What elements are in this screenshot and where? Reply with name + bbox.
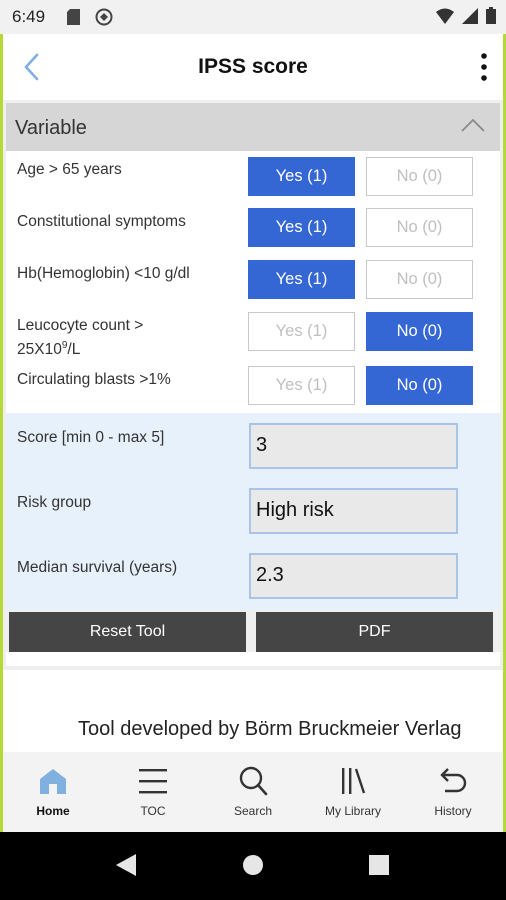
search-icon [239,766,268,796]
nav-search[interactable]: Search [203,752,303,832]
variable-label: Circulating blasts >1% [17,371,171,388]
system-home-icon[interactable] [242,854,264,876]
variable-label: Constitutional symptoms [17,213,186,230]
system-navigation-bar [0,832,506,900]
constitutional-yes-button[interactable]: Yes (1) [248,208,355,247]
panel-footer [6,652,500,666]
variable-row-blasts: Circulating blasts >1% Yes (1) No (0) [6,366,500,408]
leucocyte-yes-button[interactable]: Yes (1) [248,312,355,351]
history-icon [440,768,467,793]
nav-home[interactable]: Home [3,752,103,832]
variable-label: Hb(Hemoglobin) <10 g/dl [17,265,190,282]
hemoglobin-yes-button[interactable]: Yes (1) [248,260,355,299]
leucocyte-label-unit: /L [67,341,81,359]
median-survival-label: Median survival (years) [17,559,178,576]
system-back-icon[interactable] [114,852,138,878]
signal-icon [462,7,478,24]
score-field: 3 [249,423,458,469]
app-header: IPSS score [3,34,503,100]
age-no-button[interactable]: No (0) [366,157,473,196]
variable-list: Age > 65 years Yes (1) No (0) Constituti… [6,151,500,413]
menu-icon [139,769,167,794]
nav-history[interactable]: History [403,752,503,832]
library-icon [342,768,366,794]
more-options-icon[interactable] [479,52,489,82]
variable-label: Age > 65 years [17,161,122,178]
nav-history-label: History [434,804,472,818]
variable-row-constitutional: Constitutional symptoms Yes (1) No (0) [6,208,500,250]
blasts-no-button[interactable]: No (0) [366,366,473,405]
variable-row-age: Age > 65 years Yes (1) No (0) [6,156,500,198]
section-title: Variable [15,117,87,139]
variable-row-leucocyte: Leucocyte count > 25X109/L Yes (1) No (0… [6,312,500,360]
developer-credit: Tool developed by Börm Bruckmeier Verlag [78,718,462,740]
leucocyte-label-main: Leucocyte count > [17,317,144,334]
calculator-panel: Variable Age > 65 years Yes (1) No (0) C… [3,100,503,670]
bottom-navigation: Home TOC Search My Library History [3,752,503,832]
age-yes-button[interactable]: Yes (1) [248,157,355,196]
leucocyte-label-value: 25X10 [17,341,62,359]
nav-toc-label: TOC [140,804,166,818]
home-icon [40,769,66,794]
score-label: Score [min 0 - max 5] [17,429,165,446]
nav-my-library-label: My Library [324,804,381,818]
nav-toc[interactable]: TOC [103,752,203,832]
results-section: Score [min 0 - max 5] 3 Risk group High … [6,413,500,610]
risk-group-label: Risk group [17,494,92,511]
system-recents-icon[interactable] [369,855,389,875]
blasts-yes-button[interactable]: Yes (1) [248,366,355,405]
sd-card-icon [67,9,80,25]
risk-group-field: High risk [249,488,458,534]
battery-icon [486,7,496,24]
reset-tool-button[interactable]: Reset Tool [9,612,246,652]
page-title: IPSS score [198,55,308,78]
nav-search-label: Search [233,804,273,818]
nav-home-label: Home [36,804,70,818]
leucocyte-no-button[interactable]: No (0) [366,312,473,351]
status-icons [436,7,496,24]
variable-section-header[interactable]: Variable [6,103,500,151]
sync-icon [95,8,113,26]
status-bar: 6:49 [0,0,506,34]
app-screen: 6:49 IPSS score Variable Age > 65 years … [0,0,506,900]
pdf-button[interactable]: PDF [256,612,493,652]
variable-row-hemoglobin: Hb(Hemoglobin) <10 g/dl Yes (1) No (0) [6,260,500,302]
hemoglobin-no-button[interactable]: No (0) [366,260,473,299]
status-time: 6:49 [12,7,46,26]
chevron-up-icon[interactable] [460,117,486,133]
variable-label: Leucocyte count > 25X109/L [17,316,237,360]
constitutional-no-button[interactable]: No (0) [366,208,473,247]
wifi-icon [436,8,454,24]
median-survival-field: 2.3 [249,553,458,599]
nav-my-library[interactable]: My Library [303,752,403,832]
